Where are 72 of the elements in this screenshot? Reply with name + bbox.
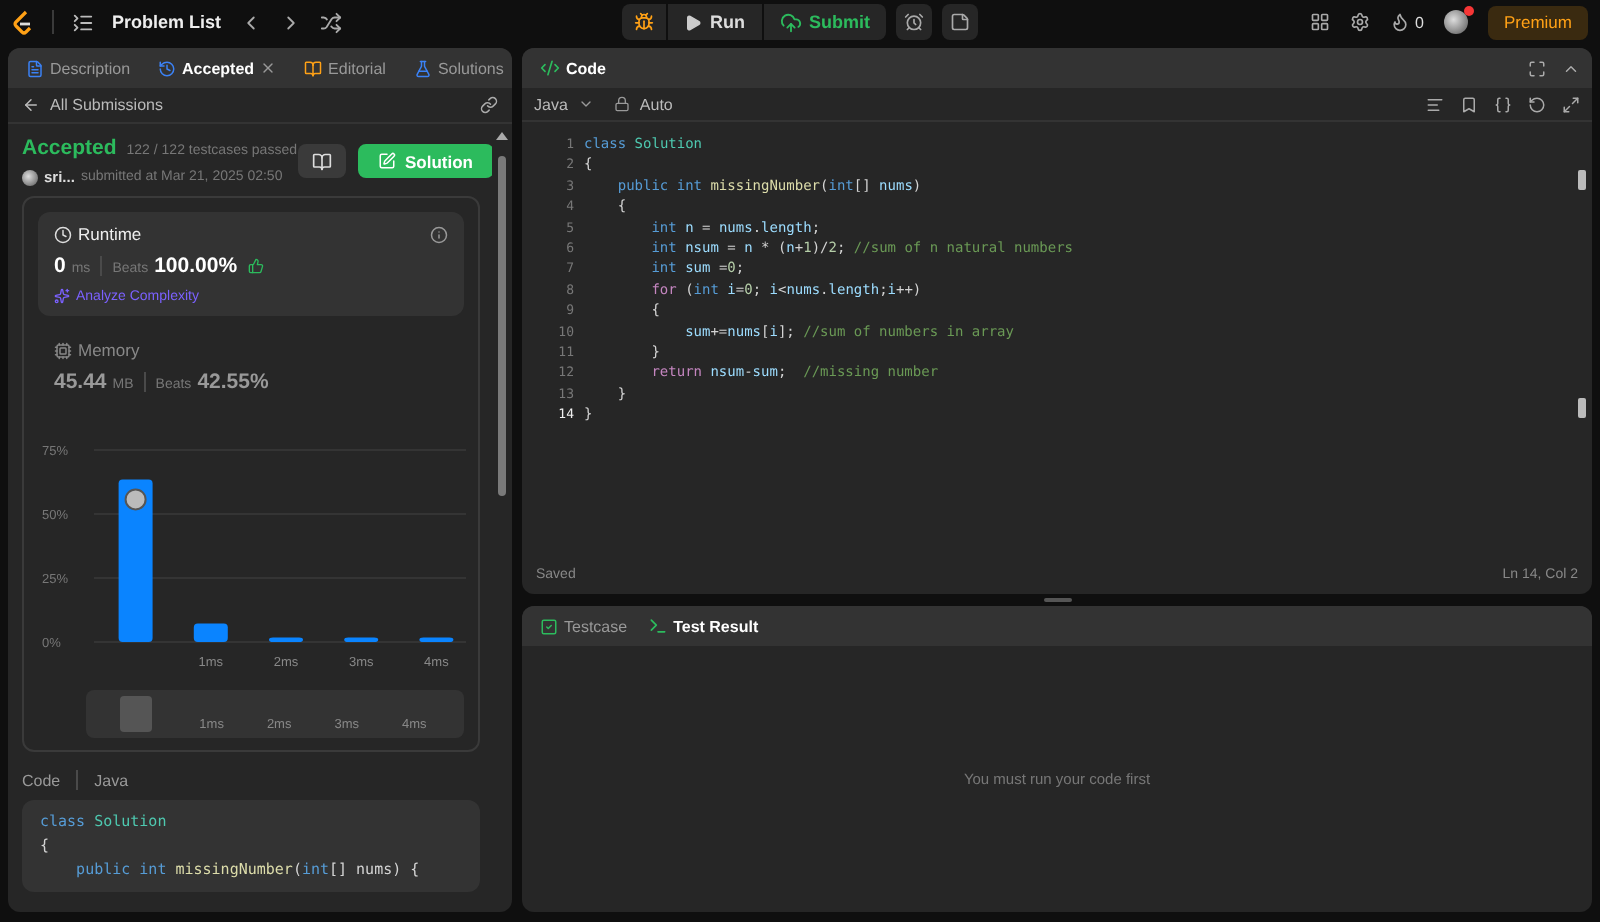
fullscreen-icon[interactable] [1528, 59, 1546, 77]
terminal-icon [647, 616, 668, 636]
grid-icon[interactable] [1309, 12, 1330, 32]
beats-percent: 100.00% [154, 254, 238, 278]
close-icon[interactable] [260, 60, 277, 76]
book-icon [311, 151, 331, 171]
alarm-clock-icon [904, 12, 924, 32]
chart-bar [419, 637, 454, 642]
user-avatar-marker [124, 488, 147, 511]
premium-button[interactable]: Premium [1487, 5, 1588, 39]
panel-tab[interactable]: Editorial [298, 59, 392, 77]
chart-bar [193, 623, 228, 642]
cloud-upload-icon [779, 11, 801, 33]
streak-icon[interactable] [1389, 12, 1410, 32]
code-label: Code [22, 771, 61, 789]
notes-button[interactable] [942, 4, 978, 40]
language-select[interactable]: Java [534, 95, 594, 113]
chip-icon [54, 341, 72, 359]
thumbs-up-icon [247, 258, 264, 274]
note-icon [950, 12, 970, 32]
flask-icon [413, 59, 432, 77]
clock-icon [54, 225, 72, 243]
code-icon [540, 58, 560, 78]
timer-button[interactable] [896, 4, 932, 40]
panel-tab[interactable]: Test Result [641, 616, 765, 636]
stat-value: 45.44 [54, 370, 107, 394]
code-tab[interactable]: Code [534, 58, 612, 78]
history-icon [158, 59, 177, 77]
scroll-up-icon[interactable] [496, 130, 508, 140]
sparkles-icon [54, 288, 70, 304]
panel-tab[interactable]: Accepted [152, 59, 283, 77]
streak-count: 0 [1415, 13, 1424, 31]
caret-icon [577, 96, 594, 112]
format-icon[interactable] [1426, 95, 1444, 113]
chart-bar [269, 637, 303, 642]
stat-title: Memory [78, 340, 140, 360]
document-icon [26, 59, 44, 77]
panel-tab[interactable]: Description [20, 59, 137, 77]
stat-value: 0 [54, 254, 66, 278]
info-icon[interactable] [430, 225, 448, 243]
user-avatar[interactable] [1443, 10, 1468, 34]
user-avatar [22, 169, 38, 185]
back-arrow-icon [22, 96, 40, 114]
panel-tab[interactable]: Testcase [534, 617, 634, 635]
edit-icon [377, 152, 395, 170]
bookmark-icon[interactable] [1460, 95, 1478, 113]
logo-icon[interactable] [12, 9, 34, 35]
link-icon[interactable] [480, 96, 498, 114]
stat-title: Runtime [78, 224, 142, 244]
language-label: Java [94, 771, 129, 789]
shuffle-icon[interactable] [319, 11, 342, 33]
run-button[interactable]: Run [668, 4, 761, 40]
checkbox-icon [540, 617, 558, 635]
submit-button[interactable]: Submit [763, 4, 886, 40]
chart-bar [344, 637, 379, 642]
reset-icon[interactable] [1528, 95, 1546, 113]
lock-icon [613, 96, 630, 112]
submission-status: Accepted [22, 136, 117, 160]
beats-percent: 42.55% [197, 370, 269, 394]
auto-mode[interactable]: Auto [613, 95, 673, 113]
list-icon[interactable] [72, 11, 94, 33]
all-submissions-link[interactable]: All Submissions [22, 96, 163, 114]
problem-list-link[interactable]: Problem List [112, 12, 222, 32]
expand-icon[interactable] [1562, 95, 1580, 113]
book-button[interactable] [297, 144, 345, 178]
braces-icon[interactable] [1494, 95, 1512, 113]
bug-icon [634, 12, 654, 32]
panel-tab[interactable]: Solutions [407, 59, 510, 77]
book-icon [304, 59, 323, 77]
play-icon [684, 13, 702, 31]
settings-icon[interactable] [1349, 12, 1370, 32]
debug-button[interactable] [622, 4, 666, 40]
